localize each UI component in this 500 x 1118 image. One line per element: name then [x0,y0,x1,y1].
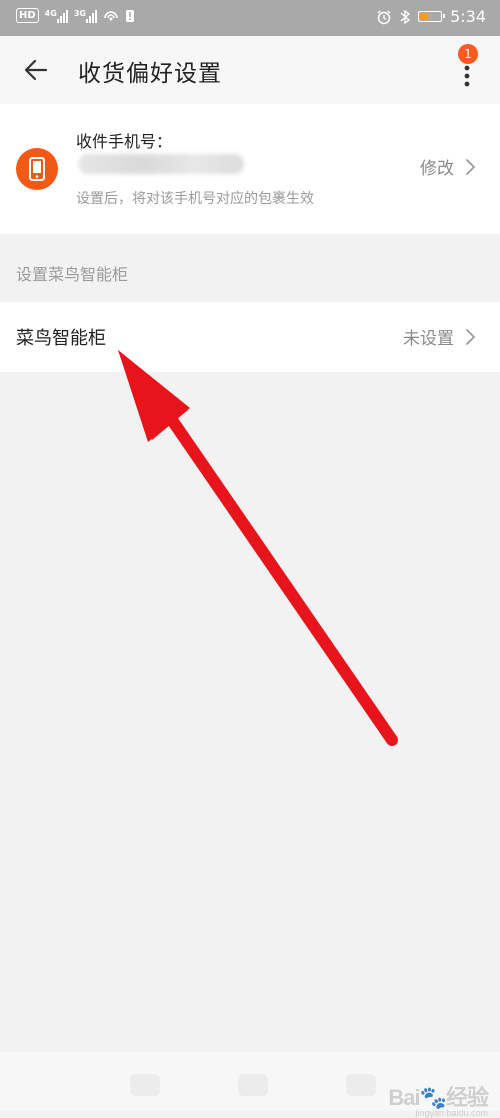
chevron-right-icon [466,328,476,345]
signal-1: 4G [45,9,68,23]
status-bar: HD 4G 3G 5:34 [0,0,500,36]
network-type-2: 3G [73,8,86,18]
status-time: 5:34 [450,7,486,26]
watermark-brand: Bai [388,1085,420,1110]
bottom-ghost-item [346,1074,376,1096]
notification-badge: 1 [458,44,478,64]
hd-badge: HD [16,8,39,23]
locker-name: 菜鸟智能柜 [16,328,106,349]
masked-phone-number [78,154,244,174]
edit-phone-button[interactable]: 修改 [420,154,476,179]
back-arrow-icon[interactable] [22,56,50,84]
notification-alert-icon [125,9,134,22]
signal-2: 3G [74,9,97,23]
watermark: Bai🐾经验 jingyan.baidu.com [388,1080,489,1118]
locker-status: 未设置 [403,324,476,349]
watermark-suffix: 经验 [445,1085,489,1110]
section-title: 设置菜鸟智能柜 [16,265,129,284]
battery-icon [418,11,446,22]
phone-icon [16,148,58,190]
edit-label: 修改 [420,159,454,179]
signal-bars-icon [56,9,68,23]
signal-bars-icon [85,9,97,23]
chevron-right-icon [466,158,476,175]
phone-label: 收件手机号： [76,132,173,151]
nav-bar: 收货偏好设置 1 [0,36,500,104]
phone-number-card[interactable]: 收件手机号： 设置后，将对该手机号对应的包裹生效 修改 [0,104,500,234]
bluetooth-icon [400,9,411,24]
page-title: 收货偏好设置 [78,61,222,87]
paw-icon: 🐾 [419,1085,447,1110]
more-menu-button[interactable]: 1 [452,44,482,94]
bottom-ghost-item [130,1074,160,1096]
smart-locker-row[interactable]: 菜鸟智能柜 未设置 [0,302,500,372]
locker-status-label: 未设置 [403,329,454,349]
hotspot-icon [104,10,118,20]
network-type-1: 4G [44,8,57,18]
alarm-icon [377,9,391,24]
phone-hint: 设置后，将对该手机号对应的包裹生效 [76,191,314,207]
status-right: 5:34 [376,7,486,26]
bottom-ghost-item [238,1074,268,1096]
status-left: HD 4G 3G [16,8,135,23]
